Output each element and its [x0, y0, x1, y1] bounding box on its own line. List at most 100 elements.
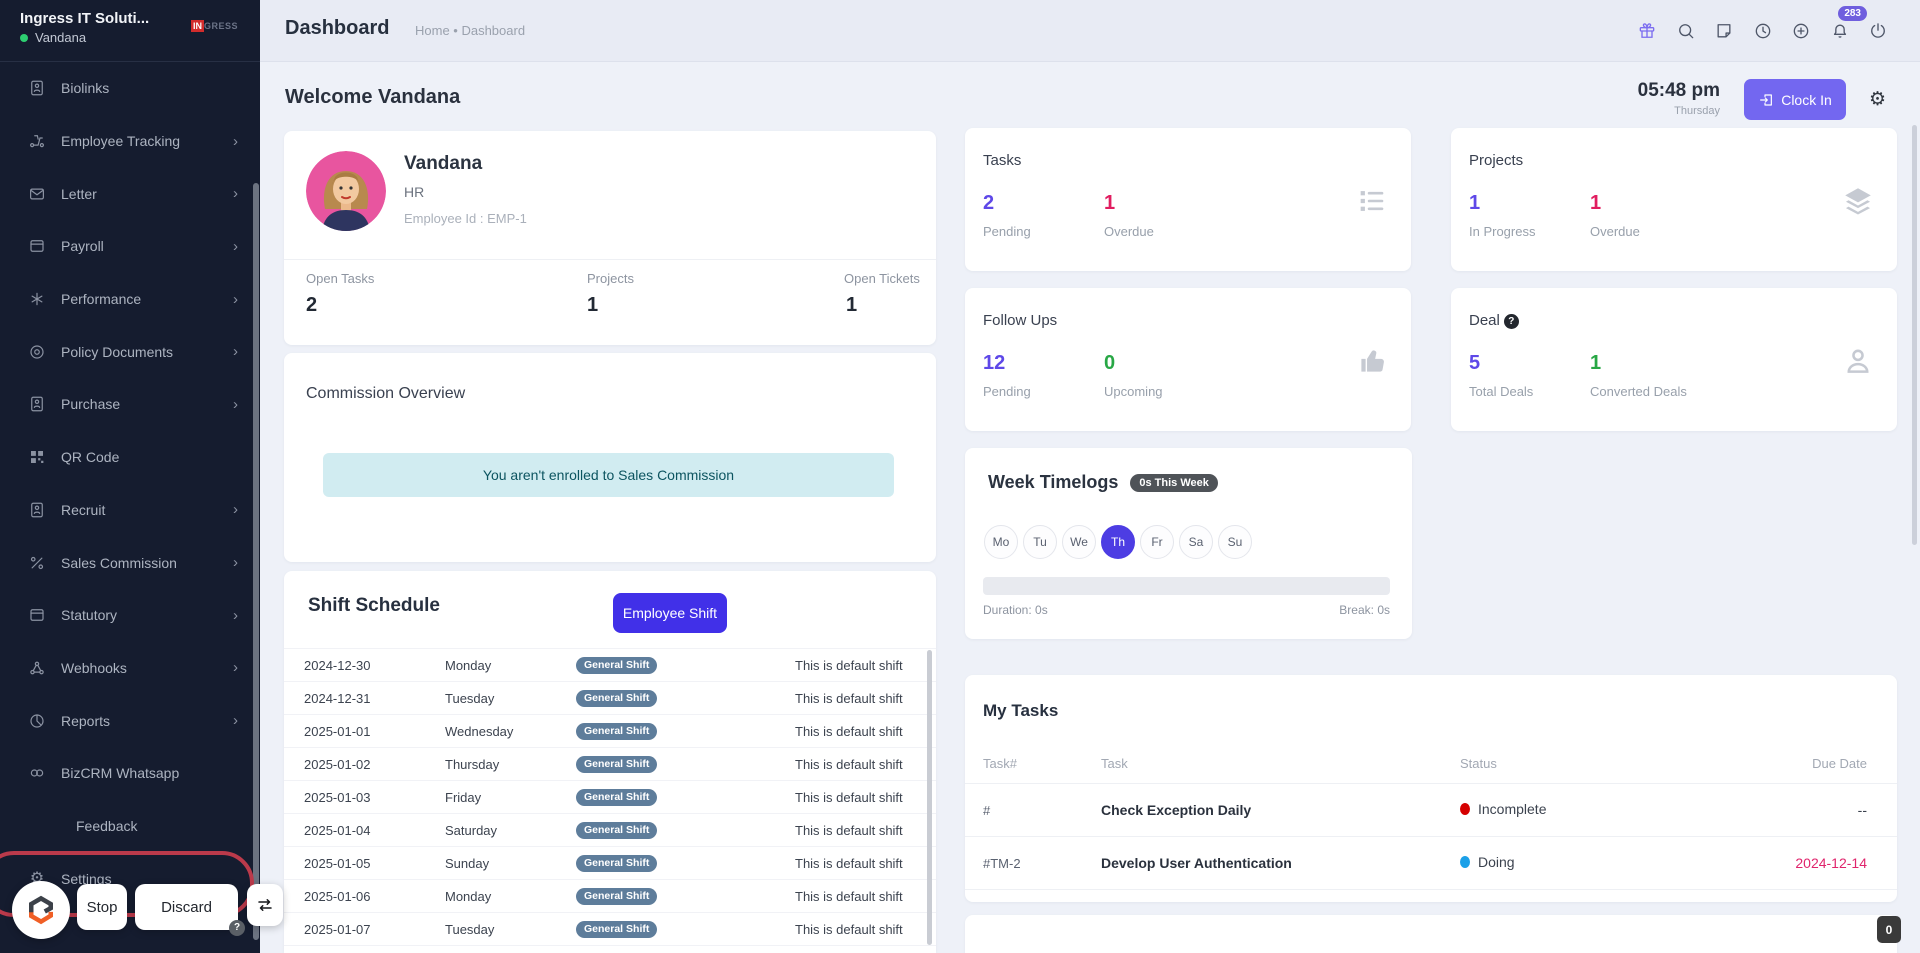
- sidebar-item-biolinks[interactable]: Biolinks: [0, 62, 260, 115]
- shift-row: 2025-01-08WednesdayGeneral ShiftThis is …: [284, 945, 936, 953]
- sidebar-nav: Biolinks Employee Tracking › Letter › Pa…: [0, 62, 260, 905]
- current-day: Thursday: [1638, 105, 1720, 117]
- main-area: Dashboard Home • Dashboard 283 Welcome V…: [260, 0, 1920, 953]
- sidebar-item-payroll[interactable]: Payroll ›: [0, 220, 260, 273]
- sidebar-scrollbar[interactable]: [253, 183, 259, 940]
- shift-badge: General Shift: [576, 789, 657, 806]
- sidebar-item-qr-code[interactable]: QR Code: [0, 431, 260, 484]
- deal-converted-value: 1: [1590, 352, 1687, 375]
- my-tasks-header: Task# Task Status Due Date: [965, 756, 1897, 779]
- user-icon: [1841, 344, 1875, 378]
- recorder-logo-button[interactable]: [12, 881, 70, 939]
- sidebar-item-policy-documents[interactable]: Policy Documents ›: [0, 325, 260, 378]
- shift-schedule-title: Shift Schedule: [308, 595, 440, 617]
- profile-employee-id: Employee Id : EMP-1: [404, 211, 527, 226]
- help-circle-icon[interactable]: ?: [1504, 314, 1519, 329]
- sidebar-header[interactable]: Ingress IT Soluti... INGRESS Vandana: [0, 0, 260, 62]
- sidebar-item-webhooks[interactable]: Webhooks ›: [0, 642, 260, 695]
- day-we[interactable]: We: [1062, 525, 1096, 559]
- shift-badge: General Shift: [576, 855, 657, 872]
- org-name: Ingress IT Soluti...: [20, 10, 190, 27]
- id-card-icon: [28, 395, 46, 413]
- search-icon[interactable]: [1676, 21, 1696, 41]
- notes-icon[interactable]: [1714, 21, 1734, 41]
- sidebar-item-statutory[interactable]: Statutory ›: [0, 589, 260, 642]
- timelogs-week-badge: 0s This Week: [1130, 474, 1218, 492]
- follow-ups-card[interactable]: Follow Ups 12Pending 0Upcoming: [965, 288, 1411, 431]
- followups-pending-value: 12: [983, 352, 1076, 375]
- week-day-selector: Mo Tu We Th Fr Sa Su: [984, 525, 1252, 559]
- day-tu[interactable]: Tu: [1023, 525, 1057, 559]
- next-card-partial: [965, 915, 1897, 953]
- sidebar-item-feedback[interactable]: Feedback: [0, 800, 260, 853]
- open-tasks-label: Open Tasks: [306, 271, 374, 286]
- breadcrumb: Home • Dashboard: [415, 23, 525, 38]
- sidebar-item-performance[interactable]: Performance ›: [0, 273, 260, 326]
- avatar[interactable]: [306, 151, 386, 231]
- sidebar-item-purchase[interactable]: Purchase ›: [0, 378, 260, 431]
- shift-table: 2024-12-30MondayGeneral ShiftThis is def…: [284, 648, 936, 953]
- discard-button[interactable]: Discard: [135, 884, 238, 930]
- task-list-icon: [1355, 184, 1389, 218]
- my-tasks-card: My Tasks Task# Task Status Due Date # Ch…: [965, 675, 1897, 902]
- follow-ups-card-title: Follow Ups: [983, 312, 1057, 329]
- sidebar-item-recruit[interactable]: Recruit ›: [0, 484, 260, 537]
- day-fr[interactable]: Fr: [1140, 525, 1174, 559]
- sidebar-item-sales-commission[interactable]: Sales Commission ›: [0, 536, 260, 589]
- shift-row: 2025-01-07TuesdayGeneral ShiftThis is de…: [284, 912, 936, 945]
- status-dot-doing: [1460, 856, 1470, 868]
- chevron-right-icon: ›: [233, 713, 238, 728]
- floating-zero-badge[interactable]: 0: [1877, 916, 1901, 943]
- nodes-icon: [28, 659, 46, 677]
- scooter-icon: [28, 132, 46, 150]
- overlay-help-badge[interactable]: ?: [229, 920, 245, 936]
- commission-overview-card: Commission Overview You aren't enrolled …: [284, 353, 936, 562]
- shift-row: 2025-01-02ThursdayGeneral ShiftThis is d…: [284, 747, 936, 780]
- login-icon: [1758, 92, 1774, 108]
- stop-button[interactable]: Stop: [77, 884, 127, 930]
- sidebar-item-bizcrm-whatsapp[interactable]: BizCRM Whatsapp: [0, 747, 260, 800]
- shift-badge: General Shift: [576, 822, 657, 839]
- tasks-card[interactable]: Tasks 2Pending 1Overdue: [965, 128, 1411, 271]
- swap-button[interactable]: [247, 884, 283, 926]
- employee-shift-button[interactable]: Employee Shift: [613, 593, 727, 633]
- commission-alert: You aren't enrolled to Sales Commission: [323, 453, 894, 497]
- shift-row: 2025-01-06MondayGeneral ShiftThis is def…: [284, 879, 936, 912]
- projects-label: Projects: [587, 271, 634, 286]
- shift-row: 2025-01-04SaturdayGeneral ShiftThis is d…: [284, 813, 936, 846]
- open-tasks-value: 2: [306, 294, 317, 317]
- sidebar-item-reports[interactable]: Reports ›: [0, 694, 260, 747]
- shift-table-scrollbar[interactable]: [927, 650, 932, 945]
- power-icon[interactable]: [1868, 21, 1888, 41]
- clock-in-button[interactable]: Clock In: [1744, 79, 1846, 120]
- chevron-right-icon: ›: [233, 660, 238, 675]
- sidebar-item-letter[interactable]: Letter ›: [0, 167, 260, 220]
- chevron-right-icon: ›: [233, 134, 238, 149]
- org-status: Vandana: [20, 30, 86, 45]
- day-th-active[interactable]: Th: [1101, 525, 1135, 559]
- task-row[interactable]: #TM-2 Develop User Authentication Doing …: [965, 837, 1897, 889]
- bell-icon[interactable]: [1830, 21, 1850, 41]
- plus-circle-icon[interactable]: [1791, 21, 1811, 41]
- chevron-right-icon: ›: [233, 608, 238, 623]
- day-mo[interactable]: Mo: [984, 525, 1018, 559]
- sidebar-item-employee-tracking[interactable]: Employee Tracking ›: [0, 115, 260, 168]
- deal-card[interactable]: Deal? 5Total Deals 1Converted Deals: [1451, 288, 1897, 431]
- clock-icon[interactable]: [1753, 21, 1773, 41]
- page-scrollbar[interactable]: [1912, 125, 1917, 545]
- window-icon: [28, 237, 46, 255]
- gift-icon[interactable]: [1637, 21, 1657, 41]
- shift-badge: General Shift: [576, 723, 657, 740]
- page-title: Dashboard: [285, 17, 389, 40]
- percent-icon: [28, 554, 46, 572]
- day-su[interactable]: Su: [1218, 525, 1252, 559]
- shift-schedule-card: Shift Schedule Employee Shift 2024-12-30…: [284, 571, 936, 953]
- ingress-logo: INGRESS: [191, 20, 238, 32]
- tasks-card-title: Tasks: [983, 152, 1021, 169]
- task-row[interactable]: # Check Exception Daily Incomplete --: [965, 784, 1897, 836]
- day-sa[interactable]: Sa: [1179, 525, 1213, 559]
- chevron-right-icon: ›: [233, 502, 238, 517]
- status-dot-incomplete: [1460, 803, 1470, 815]
- projects-card[interactable]: Projects 1In Progress 1Overdue: [1451, 128, 1897, 271]
- dashboard-settings-gear-icon[interactable]: ⚙: [1869, 88, 1886, 111]
